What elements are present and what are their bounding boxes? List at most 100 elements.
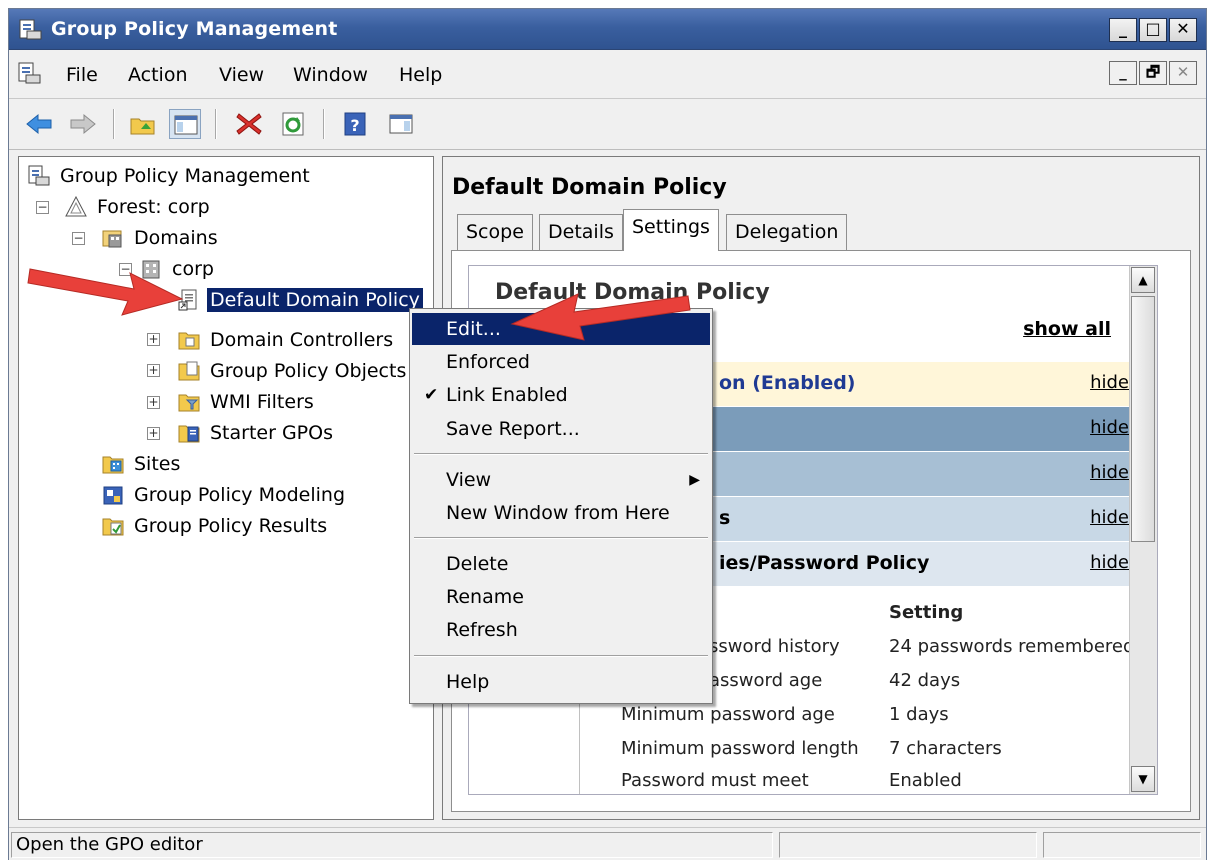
section-heading: s bbox=[719, 507, 731, 529]
menu-help[interactable]: Help bbox=[399, 64, 442, 86]
menu-item-view[interactable]: View ▶ bbox=[412, 464, 710, 496]
show-hide-tree-icon[interactable] bbox=[169, 109, 201, 139]
mdi-close-button[interactable]: ✕ bbox=[1169, 61, 1197, 85]
tree-item-root[interactable]: Group Policy Management bbox=[27, 161, 313, 191]
menu-item-label: Delete bbox=[446, 553, 509, 575]
tree-label-domains: Domains bbox=[134, 227, 218, 249]
hide-link[interactable]: hide bbox=[1090, 507, 1129, 528]
collapse-domains-toggle[interactable]: − bbox=[72, 232, 85, 245]
status-bar: Open the GPO editor bbox=[9, 827, 1206, 860]
policy-name: Minimum password length bbox=[621, 738, 859, 759]
section-heading: on (Enabled) bbox=[719, 372, 856, 394]
menu-item-label: Link Enabled bbox=[446, 384, 568, 406]
delete-icon[interactable] bbox=[233, 109, 265, 139]
minimize-button[interactable]: _ bbox=[1109, 18, 1137, 42]
forest-icon bbox=[65, 195, 87, 217]
tree-label-domain-controllers: Domain Controllers bbox=[210, 329, 394, 351]
tab-settings[interactable]: Settings bbox=[623, 209, 719, 251]
wmi-folder-icon bbox=[178, 394, 200, 412]
gpm-console-icon bbox=[28, 165, 50, 186]
toolbar-separator bbox=[113, 109, 115, 139]
menu-item-link-enabled[interactable]: ✔ Link Enabled bbox=[412, 379, 710, 411]
tree-item-forest[interactable]: Forest: corp bbox=[64, 192, 213, 222]
menu-item-label: Enforced bbox=[446, 351, 530, 373]
expand-starter-toggle[interactable]: + bbox=[147, 427, 160, 440]
menu-item-enforced[interactable]: Enforced bbox=[412, 346, 710, 378]
policy-setting: 1 days bbox=[889, 704, 949, 725]
expand-wmi-toggle[interactable]: + bbox=[147, 396, 160, 409]
policy-setting: 24 passwords remembered bbox=[889, 636, 1135, 657]
up-folder-icon[interactable] bbox=[127, 109, 159, 139]
menu-window[interactable]: Window bbox=[293, 64, 368, 86]
tree-item-sites[interactable]: Sites bbox=[101, 449, 183, 479]
mdi-restore-button[interactable]: 🗗 bbox=[1139, 61, 1167, 85]
policy-name: ssword history bbox=[709, 636, 840, 657]
show-hide-action-pane-icon[interactable] bbox=[385, 109, 417, 139]
menu-item-save-report[interactable]: Save Report... bbox=[412, 413, 710, 445]
refresh-icon[interactable] bbox=[277, 109, 309, 139]
menu-separator bbox=[414, 537, 708, 539]
menu-item-delete[interactable]: Delete bbox=[412, 548, 710, 580]
scroll-down-button[interactable]: ▼ bbox=[1131, 766, 1155, 792]
tree-label-starter: Starter GPOs bbox=[210, 422, 333, 444]
back-arrow-icon[interactable] bbox=[23, 109, 55, 139]
menu-view[interactable]: View bbox=[219, 64, 264, 86]
help-icon[interactable]: ? bbox=[339, 109, 371, 139]
menu-item-new-window[interactable]: New Window from Here bbox=[412, 497, 710, 529]
svg-text:?: ? bbox=[350, 116, 359, 135]
tab-details[interactable]: Details bbox=[539, 214, 623, 250]
policy-name: Password must meet bbox=[621, 770, 809, 791]
tree-item-group-policy-objects[interactable]: Group Policy Objects bbox=[177, 356, 409, 386]
forward-arrow-icon[interactable] bbox=[67, 109, 99, 139]
policy-setting: 42 days bbox=[889, 670, 961, 691]
report-scrollbar[interactable]: ▲ ▼ bbox=[1129, 266, 1157, 794]
menu-item-label: New Window from Here bbox=[446, 502, 670, 524]
policy-setting: Enabled bbox=[889, 770, 962, 791]
toolbar: ? bbox=[9, 99, 1206, 150]
scroll-thumb[interactable] bbox=[1131, 296, 1155, 542]
menu-file[interactable]: File bbox=[66, 64, 98, 86]
sites-folder-icon bbox=[102, 456, 124, 474]
menu-bar: File Action View Window Help _ 🗗 ✕ bbox=[9, 50, 1206, 99]
mdi-minimize-button[interactable]: _ bbox=[1109, 61, 1137, 85]
toolbar-separator bbox=[323, 109, 325, 139]
show-all-link[interactable]: show all bbox=[1023, 318, 1111, 340]
gpm-console-icon bbox=[17, 17, 43, 41]
status-text: Open the GPO editor bbox=[11, 832, 773, 858]
mmc-doc-icon[interactable] bbox=[16, 60, 42, 86]
menu-item-label: Refresh bbox=[446, 619, 518, 641]
window-title: Group Policy Management bbox=[51, 18, 338, 40]
menu-action[interactable]: Action bbox=[128, 64, 188, 86]
tree-item-domains[interactable]: Domains bbox=[101, 223, 221, 253]
maximize-button[interactable]: □ bbox=[1139, 18, 1167, 42]
menu-separator bbox=[414, 453, 708, 455]
title-bar[interactable]: Group Policy Management _ □ ✕ bbox=[9, 9, 1206, 50]
hide-link[interactable]: hide bbox=[1090, 372, 1129, 393]
tree-label-results: Group Policy Results bbox=[134, 515, 328, 537]
hide-link[interactable]: hide bbox=[1090, 417, 1129, 438]
starter-gpo-folder-icon bbox=[178, 425, 200, 443]
hide-link[interactable]: hide bbox=[1090, 552, 1129, 573]
hide-link[interactable]: hide bbox=[1090, 462, 1129, 483]
tree-item-domain-controllers[interactable]: Domain Controllers bbox=[177, 325, 396, 355]
collapse-forest-toggle[interactable]: − bbox=[36, 201, 49, 214]
tree-item-modeling[interactable]: Group Policy Modeling bbox=[101, 480, 348, 510]
expand-gpo-toggle[interactable]: + bbox=[147, 364, 160, 377]
menu-item-help[interactable]: Help bbox=[412, 666, 710, 698]
scroll-up-button[interactable]: ▲ bbox=[1131, 267, 1155, 293]
tab-scope[interactable]: Scope bbox=[457, 214, 533, 250]
menu-item-refresh[interactable]: Refresh bbox=[412, 614, 710, 646]
tab-delegation[interactable]: Delegation bbox=[726, 214, 848, 250]
annotation-arrow-icon bbox=[510, 293, 691, 341]
close-button[interactable]: ✕ bbox=[1169, 18, 1197, 42]
menu-item-rename[interactable]: Rename bbox=[412, 581, 710, 613]
menu-item-label: Rename bbox=[446, 586, 524, 608]
tree-item-wmi-filters[interactable]: WMI Filters bbox=[177, 387, 317, 417]
annotation-arrow-icon bbox=[27, 268, 184, 316]
domains-folder-icon bbox=[102, 230, 122, 248]
tree-item-default-domain-policy[interactable]: Default Domain Policy bbox=[177, 285, 423, 315]
tree-item-starter-gpos[interactable]: Starter GPOs bbox=[177, 418, 336, 448]
tree-label-wmi: WMI Filters bbox=[210, 391, 314, 413]
expand-domain-controllers-toggle[interactable]: + bbox=[147, 333, 160, 346]
tree-item-results[interactable]: Group Policy Results bbox=[101, 511, 330, 541]
